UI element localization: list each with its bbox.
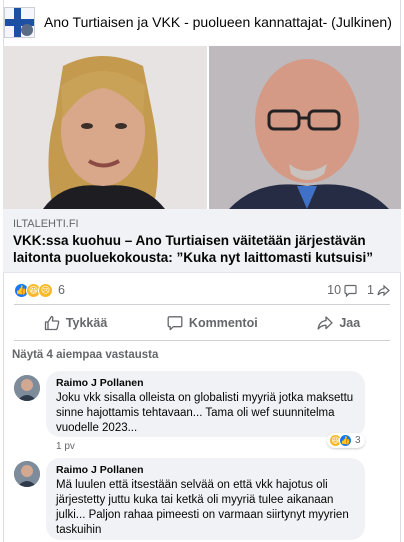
like-reaction-icon: 👍 xyxy=(339,434,352,447)
comment-bubble: Raimo J Pollanen Joku vkk sisalla olleis… xyxy=(46,371,365,437)
engagement-counts: 10 1 xyxy=(327,283,390,297)
thumbs-up-icon xyxy=(44,315,60,331)
like-label: Tykkää xyxy=(65,316,108,330)
comment-timestamp[interactable]: 1 pv xyxy=(56,441,75,452)
commenter-avatar[interactable] xyxy=(14,375,40,401)
link-preview-image[interactable] xyxy=(3,46,401,209)
actions-bottom-divider xyxy=(14,340,390,341)
comment-icon xyxy=(167,316,183,331)
comment-bubble-icon xyxy=(344,284,357,297)
show-previous-replies-link[interactable]: Näytä 4 aiempaa vastausta xyxy=(12,349,158,361)
link-headline[interactable]: VKK:ssa kuohuu – Ano Turtiaisen väitetää… xyxy=(13,232,395,266)
post-header: Ano Turtiaisen ja VKK - puolueen kannatt… xyxy=(4,6,396,38)
actions-top-divider xyxy=(14,304,390,305)
commenter-avatar[interactable] xyxy=(14,461,40,487)
group-avatar[interactable] xyxy=(4,6,35,38)
share-arrow-icon xyxy=(377,284,390,296)
share-label: Jaa xyxy=(339,316,361,330)
action-bar: Tykkää Kommentoi Jaa xyxy=(14,309,390,337)
comment-label: Kommentoi xyxy=(188,316,258,330)
sad-reaction-icon: 😢 xyxy=(38,282,53,298)
comment-author[interactable]: Raimo J Pollanen xyxy=(56,377,355,389)
share-icon xyxy=(317,316,333,330)
comment-text: Mä luulen että itsestään selvää on että … xyxy=(56,479,349,536)
comment-reaction-count: 3 xyxy=(355,435,361,446)
comment-button[interactable]: Kommentoi xyxy=(167,315,258,331)
comment-bubble: Raimo J Pollanen Mä luulen että itsestää… xyxy=(46,458,365,540)
link-source: ILTALEHTI.FI xyxy=(13,218,79,230)
comment-author[interactable]: Raimo J Pollanen xyxy=(56,464,355,476)
share-count-value: 1 xyxy=(367,283,374,297)
reaction-icons[interactable]: 👍 😆 😢 xyxy=(14,282,53,298)
group-title[interactable]: Ano Turtiaisen ja VKK - puolueen kannatt… xyxy=(44,14,392,30)
comment-text: Joku vkk sisalla olleista on globalisti … xyxy=(56,392,354,434)
photo-man-glasses xyxy=(209,46,401,209)
reactions-row: 👍 😆 😢 6 10 1 xyxy=(14,281,390,299)
share-button[interactable]: Jaa xyxy=(317,315,360,331)
share-count[interactable]: 1 xyxy=(367,283,390,297)
comment-count-value: 10 xyxy=(327,283,342,297)
comment-count[interactable]: 10 xyxy=(327,283,357,297)
link-preview[interactable]: ILTALEHTI.FI VKK:ssa kuohuu – Ano Turtia… xyxy=(3,209,401,273)
like-button[interactable]: Tykkää xyxy=(44,315,107,331)
comment-reactions[interactable]: 😆 👍 3 xyxy=(327,433,365,448)
reaction-count[interactable]: 6 xyxy=(58,283,65,297)
photo-man-long-hair xyxy=(3,46,207,209)
